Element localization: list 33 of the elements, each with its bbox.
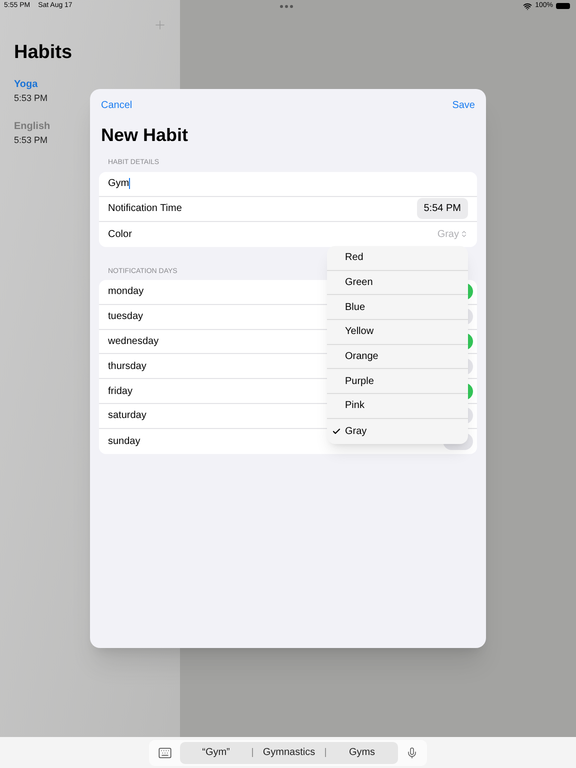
- menu-item[interactable]: Blue: [327, 295, 468, 320]
- menu-item[interactable]: Gray: [327, 418, 468, 444]
- day-label: monday: [108, 285, 144, 300]
- menu-item[interactable]: Yellow: [327, 320, 468, 345]
- day-label: thursday: [108, 360, 146, 374]
- menu-item[interactable]: Green: [327, 270, 468, 296]
- keyboard-icon[interactable]: [158, 746, 172, 760]
- save-button[interactable]: Save: [452, 98, 475, 113]
- menu-item[interactable]: Purple: [327, 369, 468, 394]
- chevron-icon: [460, 230, 468, 238]
- menu-item[interactable]: Pink: [327, 394, 468, 419]
- suggestion[interactable]: Gymnastics: [253, 745, 325, 760]
- row-label: Notification Time: [108, 202, 182, 216]
- menu-item[interactable]: Orange: [327, 344, 468, 370]
- microphone-icon[interactable]: [406, 746, 418, 758]
- habit-name-field[interactable]: Gym: [108, 176, 130, 191]
- day-label: sunday: [108, 434, 140, 449]
- cancel-button[interactable]: Cancel: [101, 98, 132, 113]
- suggestion[interactable]: “Gym”: [180, 745, 252, 760]
- day-label: friday: [108, 384, 132, 399]
- sheet-title: New Habit: [100, 124, 190, 147]
- time-picker-button[interactable]: 5:54 PM: [416, 198, 468, 219]
- day-label: saturday: [108, 409, 146, 424]
- more-icon[interactable]: [280, 4, 293, 8]
- sidebar-title: Habits: [13, 41, 74, 65]
- day-label: tuesday: [108, 310, 144, 324]
- day-label: wednesday: [108, 334, 159, 349]
- checkmark-icon: [332, 426, 340, 436]
- menu-item[interactable]: Red: [327, 246, 468, 271]
- battery-icon: [556, 3, 570, 9]
- suggestion[interactable]: Gyms: [326, 745, 398, 760]
- wifi-icon: [523, 2, 532, 10]
- row-label: Color: [108, 228, 132, 242]
